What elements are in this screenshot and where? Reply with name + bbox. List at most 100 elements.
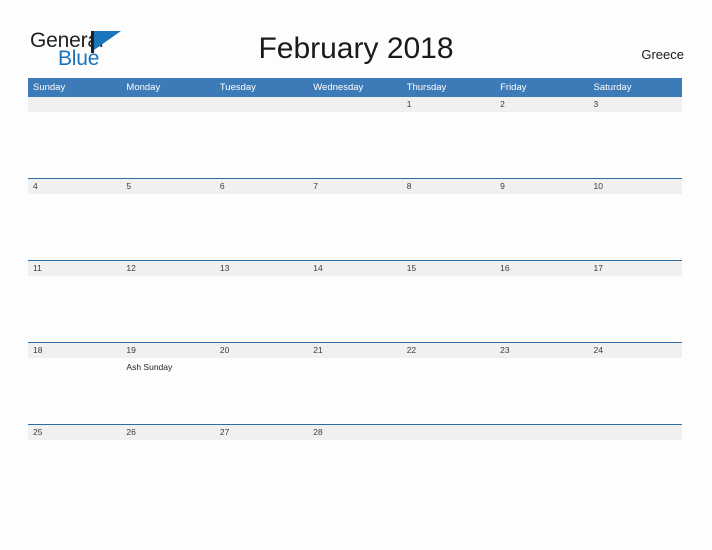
day-cell[interactable]	[215, 276, 308, 342]
day-cell	[495, 440, 588, 506]
date-number[interactable]: 28	[308, 425, 401, 440]
calendar-week-row: 25 26 27 28	[28, 424, 682, 506]
day-content-band: Ash Sunday	[28, 358, 682, 424]
date-number[interactable]: 16	[495, 261, 588, 276]
day-cell[interactable]	[28, 276, 121, 342]
date-number	[402, 425, 495, 440]
date-number[interactable]: 7	[308, 179, 401, 194]
date-number[interactable]: 27	[215, 425, 308, 440]
date-number	[215, 97, 308, 112]
date-number[interactable]: 26	[121, 425, 214, 440]
day-cell	[215, 112, 308, 178]
date-number[interactable]: 19	[121, 343, 214, 358]
date-number-band: 123	[28, 97, 682, 112]
day-cell[interactable]	[308, 276, 401, 342]
day-of-week-header: Sunday	[33, 82, 66, 93]
date-number[interactable]: 22	[402, 343, 495, 358]
page-header: General Blue February 2018 Greece	[0, 0, 712, 78]
day-cell[interactable]: Ash Sunday	[121, 358, 214, 424]
date-number[interactable]: 8	[402, 179, 495, 194]
day-cell[interactable]	[121, 194, 214, 260]
day-of-week-header: Friday	[500, 82, 527, 93]
day-cell[interactable]	[402, 276, 495, 342]
day-cell[interactable]	[402, 112, 495, 178]
day-cell[interactable]	[402, 194, 495, 260]
day-cell[interactable]	[121, 440, 214, 506]
calendar-weeks: 1 2 3 4 5 6 7 8 9 10 11 12 13 14 15 16 17 18 19 20 21 22 23 24 A…	[28, 97, 682, 506]
calendar-week-row: 18 19 20 21 22 23 24 Ash Sunday	[28, 342, 682, 424]
day-cell	[121, 112, 214, 178]
date-number	[308, 97, 401, 112]
calendar-week-row: 4 5 6 7 8 9 10	[28, 178, 682, 260]
date-number[interactable]: 2	[495, 97, 588, 112]
date-number[interactable]: 21	[308, 343, 401, 358]
date-number[interactable]: 13	[215, 261, 308, 276]
date-number[interactable]: 6	[215, 179, 308, 194]
calendar-week-row: 123	[28, 97, 682, 178]
date-number[interactable]: 3	[589, 97, 682, 112]
day-cell[interactable]	[215, 194, 308, 260]
day-cell[interactable]	[121, 276, 214, 342]
day-cell[interactable]	[589, 194, 682, 260]
day-cell[interactable]	[495, 112, 588, 178]
day-cell[interactable]	[215, 440, 308, 506]
date-number	[589, 425, 682, 440]
day-content-band	[28, 112, 682, 178]
day-cell[interactable]	[28, 358, 121, 424]
day-cell[interactable]	[28, 440, 121, 506]
day-content-band	[28, 194, 682, 260]
date-number	[28, 97, 121, 112]
day-cell[interactable]	[215, 358, 308, 424]
day-of-week-header: Wednesday	[313, 82, 364, 93]
calendar-event: Ash Sunday	[126, 362, 173, 372]
page-title: February 2018	[258, 32, 454, 65]
calendar-page: General Blue February 2018 Greece Sunday…	[0, 0, 712, 550]
day-cell[interactable]	[495, 276, 588, 342]
date-number-band: 18 19 20 21 22 23 24	[28, 343, 682, 358]
calendar-grid: Sunday Monday Tuesday Wednesday Thursday Frid…	[28, 78, 682, 506]
date-number[interactable]: 23	[495, 343, 588, 358]
date-number[interactable]: 10	[589, 179, 682, 194]
day-cell[interactable]	[589, 358, 682, 424]
day-cell	[589, 440, 682, 506]
date-number[interactable]: 24	[589, 343, 682, 358]
date-number[interactable]: 12	[121, 261, 214, 276]
date-number[interactable]: 11	[28, 261, 121, 276]
date-number[interactable]: 20	[215, 343, 308, 358]
date-number[interactable]: 18	[28, 343, 121, 358]
day-cell[interactable]	[589, 112, 682, 178]
date-number[interactable]: 1	[402, 97, 495, 112]
day-cell[interactable]	[308, 358, 401, 424]
date-number	[495, 425, 588, 440]
day-cell	[28, 112, 121, 178]
date-number-band: 4 5 6 7 8 9 10	[28, 179, 682, 194]
date-number[interactable]: 5	[121, 179, 214, 194]
day-of-week-header: Saturday	[593, 82, 632, 93]
day-content-band	[28, 276, 682, 342]
calendar-week-row: 11 12 13 14 15 16 17	[28, 260, 682, 342]
day-of-week-header: Monday	[126, 82, 161, 93]
date-number[interactable]: 25	[28, 425, 121, 440]
date-number[interactable]: 9	[495, 179, 588, 194]
day-cell[interactable]	[495, 194, 588, 260]
date-number[interactable]: 17	[589, 261, 682, 276]
date-number[interactable]: 4	[28, 179, 121, 194]
day-cell	[308, 112, 401, 178]
day-cell[interactable]	[308, 194, 401, 260]
day-of-week-header-row: Sunday Monday Tuesday Wednesday Thursday Frid…	[28, 78, 682, 97]
day-cell[interactable]	[495, 358, 588, 424]
day-cell[interactable]	[402, 358, 495, 424]
date-number	[121, 97, 214, 112]
day-of-week-header: Tuesday	[219, 82, 256, 93]
date-number[interactable]: 14	[308, 261, 401, 276]
day-of-week-header: Thursday	[406, 82, 447, 93]
day-content-band	[28, 440, 682, 506]
day-cell[interactable]	[28, 194, 121, 260]
region-label: Greece	[641, 47, 684, 62]
date-number-band: 25 26 27 28	[28, 425, 682, 440]
date-number-band: 11 12 13 14 15 16 17	[28, 261, 682, 276]
day-cell[interactable]	[308, 440, 401, 506]
date-number[interactable]: 15	[402, 261, 495, 276]
day-cell	[402, 440, 495, 506]
day-cell[interactable]	[589, 276, 682, 342]
